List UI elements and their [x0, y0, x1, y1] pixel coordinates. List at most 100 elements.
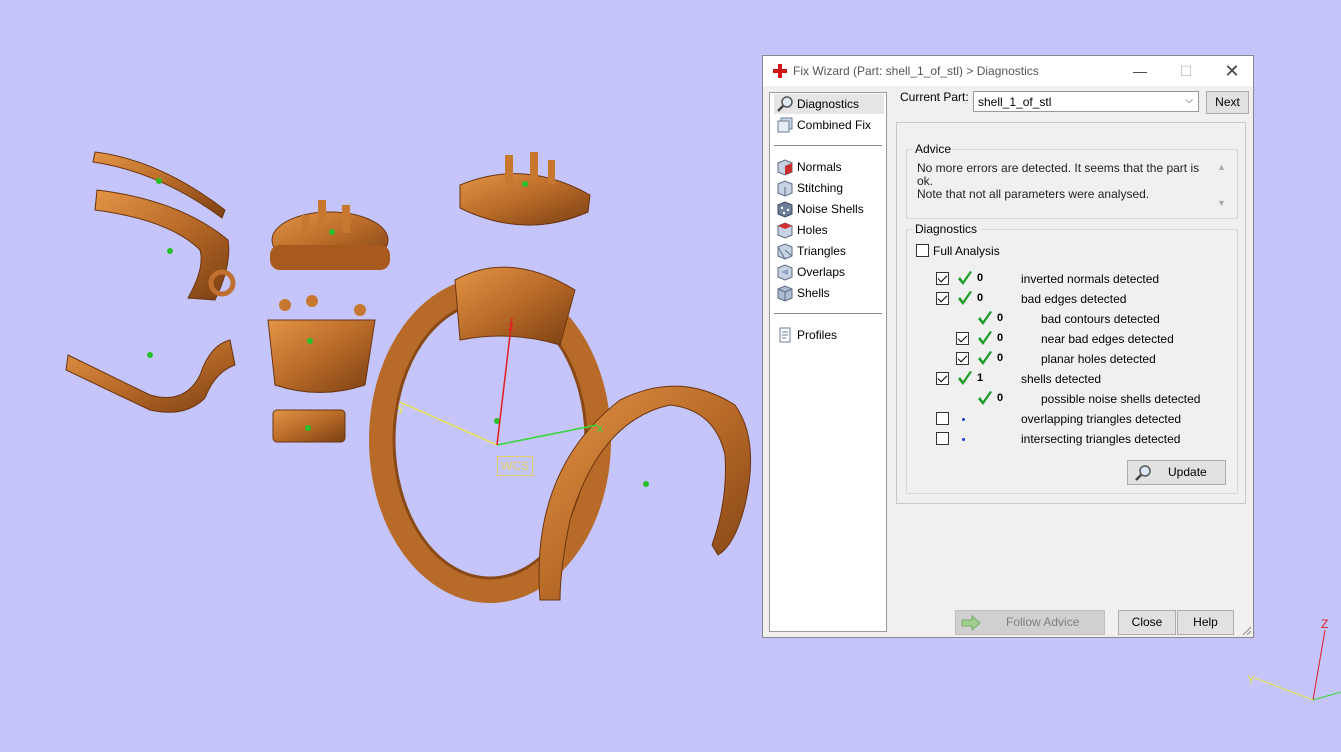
green-check-icon: [978, 311, 992, 325]
close-window-button[interactable]: ✕: [1209, 56, 1255, 86]
pending-dot-icon: [962, 438, 965, 441]
nav-item-label: Normals: [797, 160, 842, 174]
advice-scrollbar[interactable]: ▲ ▼: [1215, 162, 1229, 208]
normals-cube-icon: [777, 159, 793, 176]
axis-label-x: x: [597, 421, 603, 435]
follow-advice-label: Follow Advice: [1006, 615, 1080, 629]
pending-dot-icon: [962, 418, 965, 421]
diagnostic-checkbox[interactable]: [956, 352, 969, 365]
resize-grip-icon[interactable]: [1241, 625, 1251, 635]
diagnostic-row: overlapping triangles detected: [763, 410, 1243, 428]
diagnostic-checkbox[interactable]: [936, 292, 949, 305]
stitching-cube-icon: [777, 180, 793, 197]
fix-wizard-dialog: Fix Wizard (Part: shell_1_of_stl) > Diag…: [762, 55, 1254, 638]
follow-advice-button[interactable]: Follow Advice: [955, 610, 1105, 635]
diagnostic-count: 0: [997, 392, 1004, 404]
diagnostic-label: inverted normals detected: [1021, 272, 1160, 286]
diagnostic-count: 0: [997, 352, 1004, 364]
nav-item-label: Noise Shells: [797, 202, 864, 216]
ring-part-prong-setting-small[interactable]: [270, 200, 390, 270]
diagnostic-count: 0: [977, 292, 984, 304]
combined-fix-icon: [777, 117, 793, 133]
diagnostic-label: shells detected: [1021, 372, 1102, 386]
diagnostic-row: 0 planar holes detected: [763, 350, 1243, 368]
dialog-title: Fix Wizard (Part: shell_1_of_stl) > Diag…: [793, 64, 1039, 78]
nav-item-holes[interactable]: Holes: [774, 220, 884, 240]
title-bar[interactable]: Fix Wizard (Part: shell_1_of_stl) > Diag…: [763, 56, 1253, 86]
ring-part-filigree-cup[interactable]: [267, 295, 376, 393]
diagnostic-row: 1 shells detected: [763, 370, 1243, 388]
green-check-icon: [958, 291, 972, 305]
green-check-icon: [958, 371, 972, 385]
red-cross-icon: [773, 64, 787, 78]
diagnostic-row: 0 inverted normals detected: [763, 270, 1243, 288]
nav-item-combined-fix[interactable]: Combined Fix: [774, 115, 884, 135]
nav-item-diagnostics[interactable]: Diagnostics: [774, 94, 884, 114]
wcs-label: WCS: [497, 456, 533, 476]
diagnostic-label: near bad edges detected: [1041, 332, 1174, 346]
diagnostic-label: bad edges detected: [1021, 292, 1127, 306]
ring-part-bar[interactable]: [272, 409, 346, 443]
diagnostic-checkbox[interactable]: [956, 332, 969, 345]
green-check-icon: [978, 331, 992, 345]
current-part-select[interactable]: shell_1_of_stl ⌵: [973, 91, 1199, 112]
diagnostic-label: intersecting triangles detected: [1021, 432, 1181, 446]
update-button[interactable]: Update: [1127, 460, 1226, 485]
diagnostic-checkbox[interactable]: [936, 372, 949, 385]
diagnostic-checkbox[interactable]: [936, 272, 949, 285]
scroll-up-icon[interactable]: ▲: [1217, 162, 1226, 172]
scroll-down-icon[interactable]: ▼: [1217, 198, 1226, 208]
advice-line: Note that not all parameters were analys…: [917, 187, 1150, 201]
green-check-icon: [978, 351, 992, 365]
holes-cube-icon: [777, 222, 793, 239]
diagnostic-row: 0 near bad edges detected: [763, 330, 1243, 348]
diagnostic-row: 0 bad contours detected: [763, 310, 1243, 328]
corner-axis-label-z: Z: [1321, 617, 1328, 631]
magnifier-icon: [1135, 465, 1151, 481]
noise-shells-icon: [777, 201, 793, 218]
nav-item-normals[interactable]: Normals: [774, 157, 884, 177]
ring-part-band-right[interactable]: [538, 385, 752, 601]
advice-text: No more errors are detected. It seems th…: [917, 162, 1217, 210]
diagnostic-count: 1: [977, 372, 984, 384]
advice-title: Advice: [915, 142, 952, 156]
current-part-value: shell_1_of_stl: [978, 95, 1052, 109]
corner-axis-indicator: Z Y: [1247, 617, 1341, 701]
ring-part-band-upper[interactable]: [92, 151, 236, 301]
nav-item-label: Holes: [797, 223, 828, 237]
diagnostic-label: bad contours detected: [1041, 312, 1160, 326]
arrow-right-icon: [961, 614, 981, 632]
maximize-button[interactable]: ☐: [1163, 56, 1209, 86]
ring-part-prong-setting-large[interactable]: [459, 152, 591, 226]
diagnostic-checkbox[interactable]: [936, 412, 949, 425]
nav-item-noise-shells[interactable]: Noise Shells: [774, 199, 884, 219]
nav-separator: [774, 145, 882, 146]
advice-line: No more errors are detected. It seems th…: [917, 161, 1200, 188]
nav-item-triangles[interactable]: Triangles: [774, 241, 884, 261]
next-button[interactable]: Next: [1206, 91, 1249, 114]
triangles-cube-icon: [777, 243, 793, 260]
nav-item-label: Diagnostics: [797, 97, 860, 111]
diagnostic-label: overlapping triangles detected: [1021, 412, 1182, 426]
diagnostics-title: Diagnostics: [915, 222, 978, 236]
magnifier-icon: [777, 96, 793, 112]
nav-item-stitching[interactable]: Stitching: [774, 178, 884, 198]
diagnostic-row: 0 bad edges detected: [763, 290, 1243, 308]
minimize-button[interactable]: —: [1117, 56, 1163, 86]
green-check-icon: [978, 391, 992, 405]
axis-label-z: z: [508, 319, 514, 333]
diagnostic-row: intersecting triangles detected: [763, 430, 1243, 448]
full-analysis-checkbox[interactable]: [916, 244, 929, 257]
full-analysis-label: Full Analysis: [933, 244, 1000, 258]
current-part-label: Current Part:: [900, 90, 969, 104]
nav-item-label: Stitching: [797, 181, 844, 195]
help-button[interactable]: Help: [1177, 610, 1234, 635]
nav-item-label: Triangles: [797, 244, 846, 258]
diagnostic-count: 0: [997, 332, 1004, 344]
diagnostic-row: 0 possible noise shells detected: [763, 390, 1243, 408]
ring-part-shank-left[interactable]: [65, 339, 236, 413]
close-button[interactable]: Close: [1118, 610, 1176, 635]
diagnostic-checkbox[interactable]: [936, 432, 949, 445]
axis-label-y: y: [398, 401, 404, 415]
diagnostic-label: possible noise shells detected: [1041, 392, 1201, 406]
